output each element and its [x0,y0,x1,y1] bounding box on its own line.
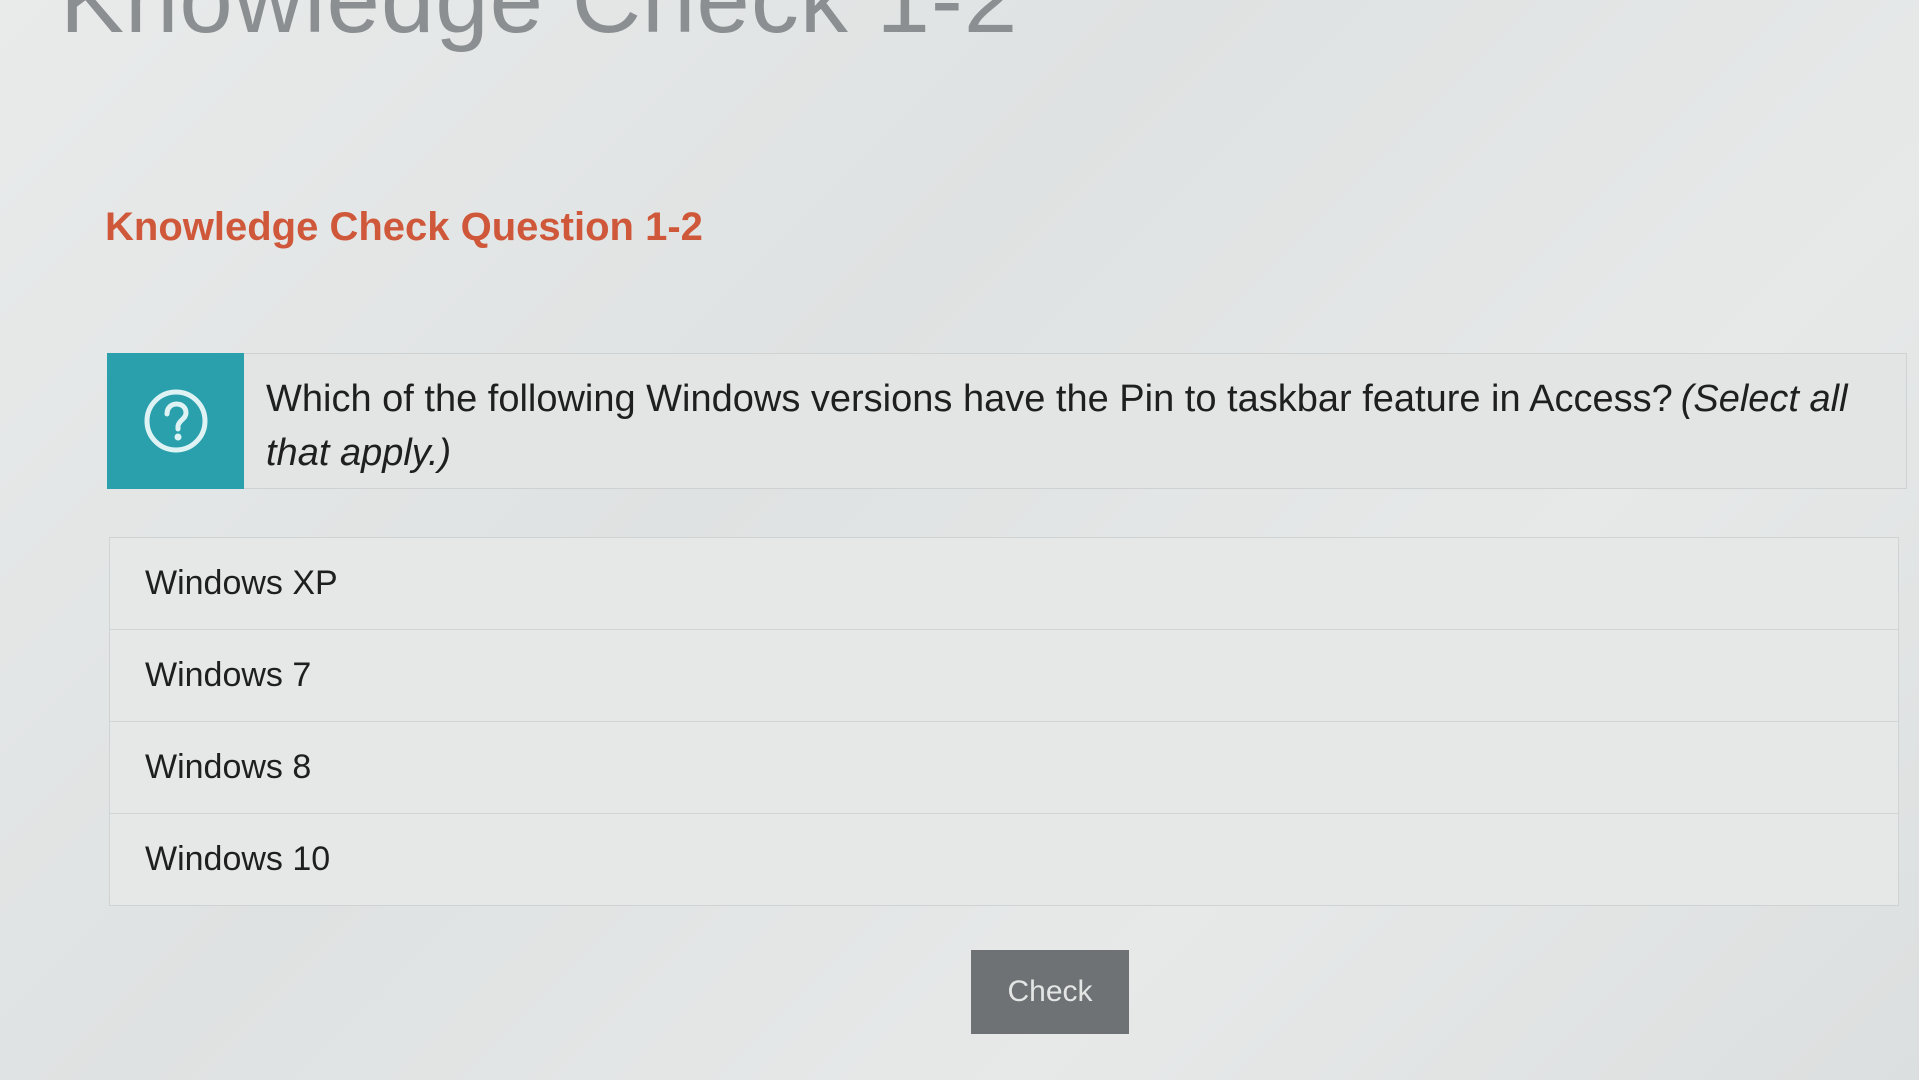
question-heading: Knowledge Check Question 1-2 [105,205,703,249]
page-title: Knowledge Check 1-2 [60,0,1018,55]
option-windows-xp[interactable]: Windows XP [110,538,1898,630]
question-icon-box [107,353,244,489]
option-windows-7[interactable]: Windows 7 [110,630,1898,722]
option-windows-10[interactable]: Windows 10 [110,814,1898,905]
check-button[interactable]: Check [971,950,1129,1034]
option-label: Windows XP [145,564,338,602]
question-circle-icon [144,389,207,453]
option-label: Windows 7 [145,656,312,694]
question-prompt: Which of the following Windows versions … [244,353,1907,489]
option-label: Windows 10 [145,840,331,878]
question-card: Which of the following Windows versions … [107,353,1907,489]
knowledge-check-page: Knowledge Check 1-2 Knowledge Check Ques… [0,0,1919,1080]
answer-options-list: Windows XP Windows 7 Windows 8 Windows 1… [109,537,1899,906]
option-label: Windows 8 [145,748,312,786]
option-windows-8[interactable]: Windows 8 [110,722,1898,814]
question-text: Which of the following Windows versions … [266,378,1673,420]
